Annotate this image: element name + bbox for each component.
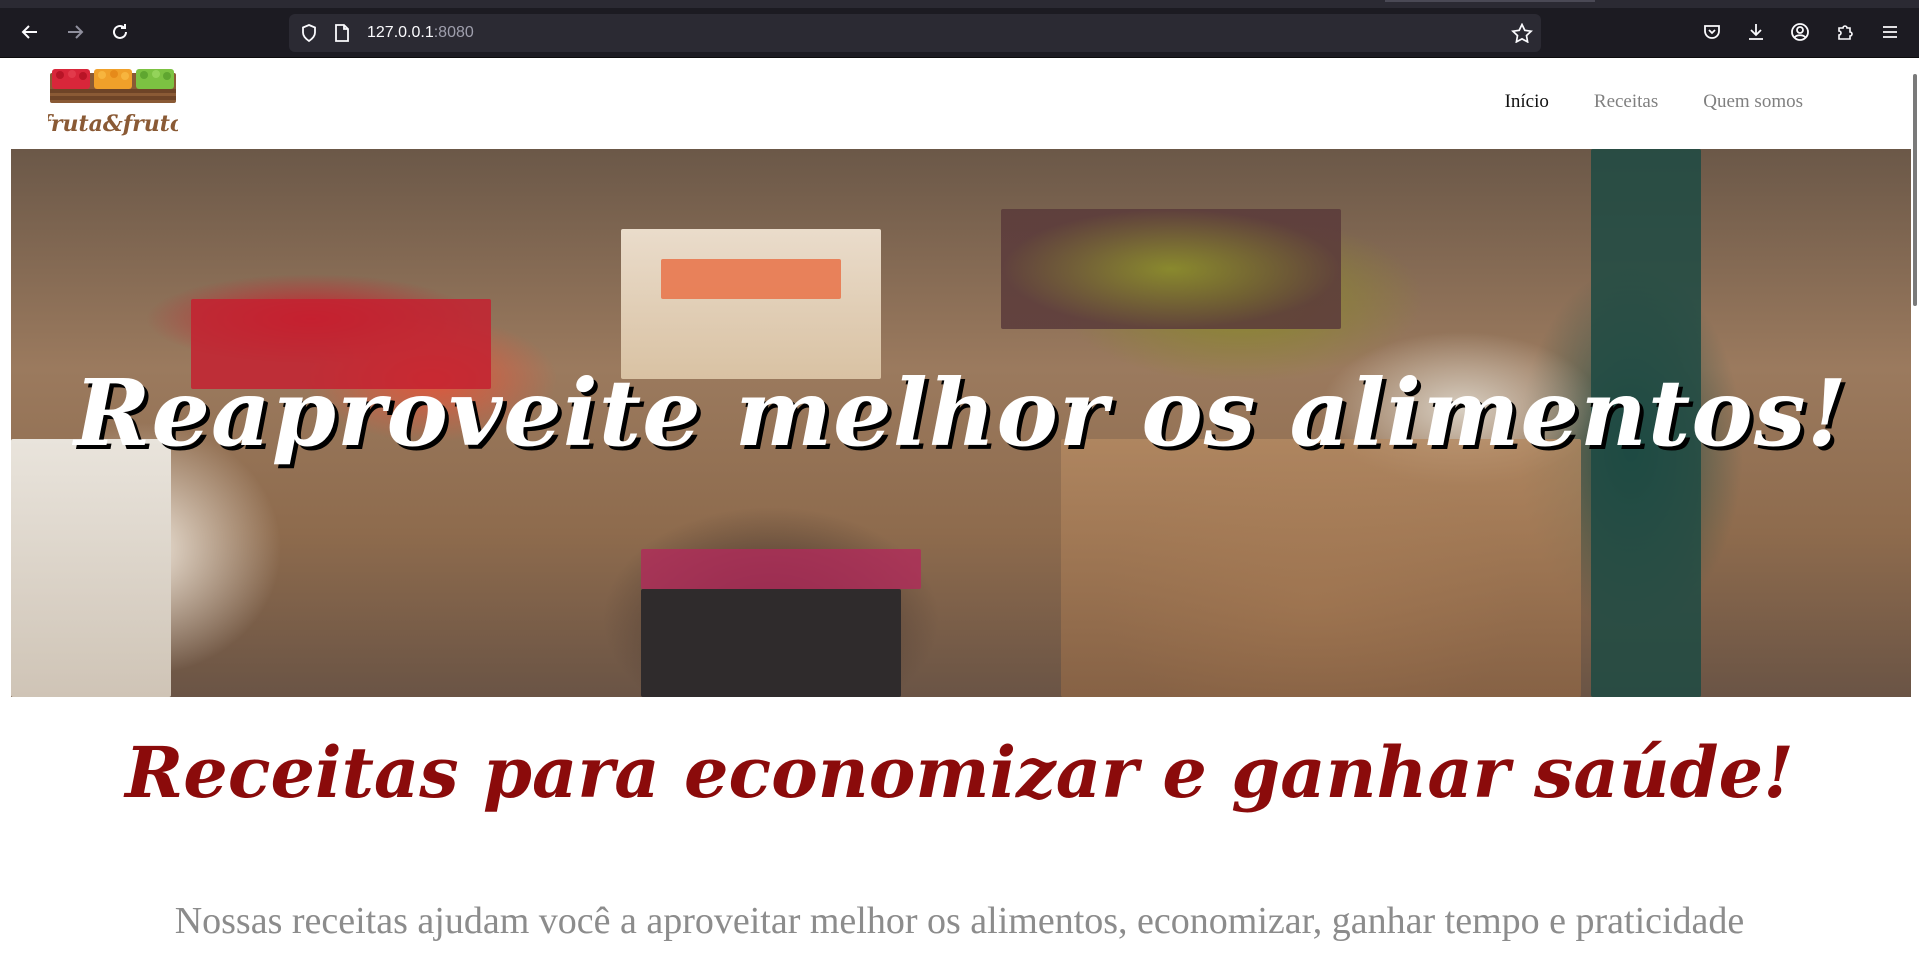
pocket-icon xyxy=(1704,25,1720,39)
reload-icon xyxy=(113,24,127,39)
site-header: fruta&fruto Início Receitas Quem somos xyxy=(0,59,1919,149)
menu-button[interactable] xyxy=(1875,17,1905,47)
pocket-button[interactable] xyxy=(1697,17,1727,47)
hero-photo-fruit-crate xyxy=(621,229,881,379)
nav-link-inicio[interactable]: Início xyxy=(1505,91,1549,113)
svg-text:fruta&fruto: fruta&fruto xyxy=(48,111,178,137)
url-text[interactable]: 127.0.0.1:8080 xyxy=(367,24,474,42)
hero-banner: Reaproveite melhor os alimentos! xyxy=(11,149,1911,697)
bookmark-star-icon[interactable] xyxy=(1511,23,1533,43)
url-bar[interactable]: 127.0.0.1:8080 xyxy=(289,14,1541,52)
reload-button[interactable] xyxy=(105,17,135,47)
forward-button[interactable] xyxy=(60,17,90,47)
download-icon xyxy=(1749,24,1763,40)
hero-title: Reaproveite melhor os alimentos! xyxy=(74,359,1848,467)
hero-photo-dark-crates xyxy=(641,589,901,697)
extensions-icon xyxy=(1838,25,1853,40)
forward-icon xyxy=(68,25,84,39)
back-icon xyxy=(21,25,37,39)
menu-icon xyxy=(1883,26,1897,38)
back-button[interactable] xyxy=(15,17,45,47)
account-button[interactable] xyxy=(1785,17,1815,47)
page-viewport: fruta&fruto Início Receitas Quem somos R… xyxy=(0,59,1919,966)
extensions-button[interactable] xyxy=(1830,17,1860,47)
account-icon xyxy=(1791,23,1809,41)
nav-link-receitas[interactable]: Receitas xyxy=(1594,91,1658,113)
site-logo[interactable]: fruta&fruto xyxy=(48,65,178,141)
nav-link-quem-somos[interactable]: Quem somos xyxy=(1703,91,1803,113)
main-nav: Início Receitas Quem somos xyxy=(1505,91,1803,113)
hero-photo-grapes-plums xyxy=(1001,209,1341,329)
page-icon xyxy=(335,24,349,42)
section-title: Receitas para economizar e ganhar saúde! xyxy=(125,731,1794,814)
hero-photo-magenta-crate xyxy=(641,549,921,589)
hero-photo-crates-left xyxy=(11,439,171,697)
hero-photo-wood-crates xyxy=(1061,439,1581,697)
shield-icon[interactable] xyxy=(299,23,319,43)
tab-strip xyxy=(0,0,1919,8)
section-description: Nossas receitas ajudam você a aproveitar… xyxy=(174,900,1745,942)
hero-photo-peaches xyxy=(661,259,841,299)
downloads-button[interactable] xyxy=(1741,17,1771,47)
browser-chrome: 127.0.0.1:8080 xyxy=(0,0,1919,58)
